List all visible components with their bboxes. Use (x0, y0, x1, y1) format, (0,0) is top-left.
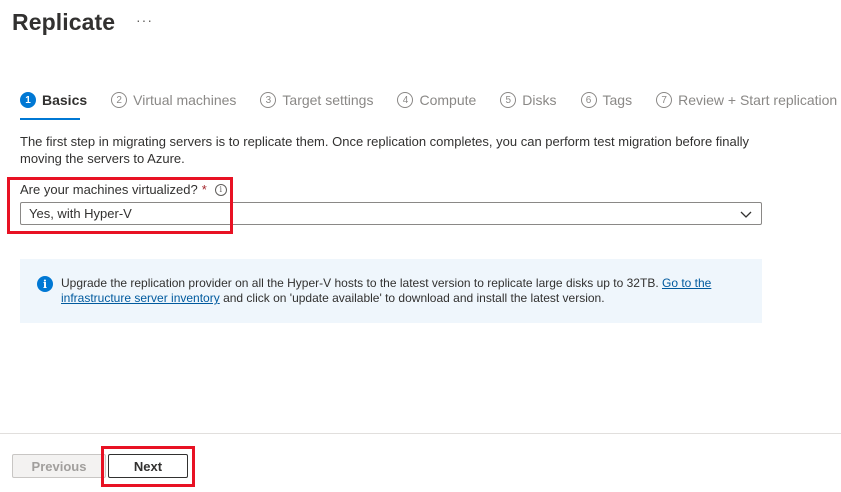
step-label: Tags (602, 92, 633, 108)
info-icon: i (37, 276, 53, 292)
previous-button[interactable]: Previous (12, 454, 106, 478)
tab-disks[interactable]: 5 Disks (500, 92, 557, 108)
step-label: Basics (42, 92, 88, 108)
tab-tags[interactable]: 6 Tags (580, 92, 633, 108)
step-number: 7 (656, 92, 673, 108)
more-options-button[interactable]: ··· (136, 12, 153, 28)
tab-virtual-machines[interactable]: 2 Virtual machines (111, 92, 236, 108)
banner-message: Upgrade the replication provider on all … (61, 276, 741, 306)
step-label: Disks (522, 92, 557, 108)
tab-target-settings[interactable]: 3 Target settings (260, 92, 373, 108)
step-label: Review + Start replication (678, 92, 838, 108)
info-banner: i Upgrade the replication provider on al… (20, 259, 762, 323)
step-number: 3 (260, 92, 277, 108)
replicate-page: Replicate ··· 1 Basics 2 Virtual machine… (0, 0, 841, 492)
wizard-steps: 1 Basics 2 Virtual machines 3 Target set… (20, 92, 837, 108)
step-label: Target settings (282, 92, 374, 108)
tab-basics[interactable]: 1 Basics (20, 92, 87, 108)
footer-divider (0, 433, 841, 434)
highlight-box-field (7, 177, 233, 234)
tab-compute[interactable]: 4 Compute (397, 92, 476, 108)
intro-description: The first step in migrating servers is t… (20, 134, 750, 166)
banner-text-before: Upgrade the replication provider on all … (61, 276, 662, 290)
step-label: Virtual machines (133, 92, 237, 108)
page-title: Replicate (12, 9, 116, 35)
step-number: 4 (397, 92, 414, 108)
tab-review-start-replication[interactable]: 7 Review + Start replication (656, 92, 837, 108)
step-number: 6 (580, 92, 597, 108)
step-number: 2 (111, 92, 128, 108)
step-number: 1 (20, 92, 36, 108)
highlight-box-next (101, 446, 195, 487)
banner-text-after: and click on 'update available' to downl… (219, 291, 605, 305)
step-label: Compute (419, 92, 477, 108)
active-tab-indicator (20, 118, 80, 120)
chevron-down-icon (740, 211, 752, 218)
step-number: 5 (500, 92, 517, 108)
